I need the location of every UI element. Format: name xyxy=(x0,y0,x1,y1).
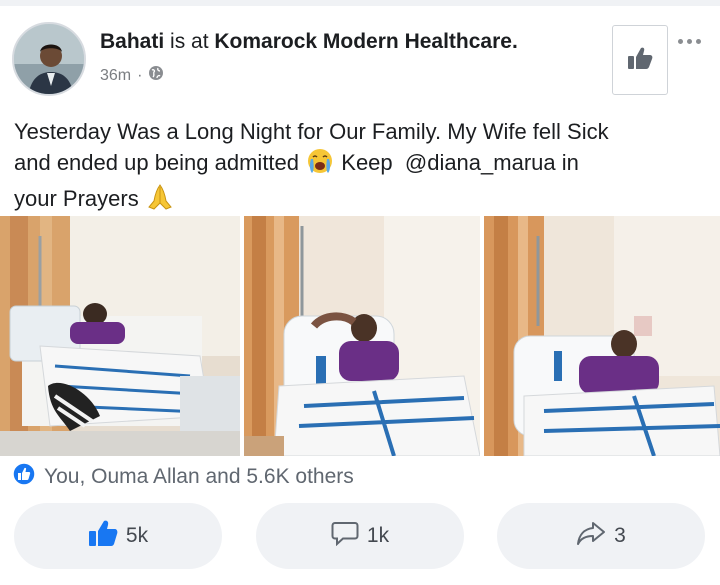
post-photo-2[interactable] xyxy=(244,216,480,456)
post-text-line-2a: and ended up being admitted xyxy=(14,150,300,175)
reactions-text: You, Ouma Allan and 5.6K others xyxy=(44,465,354,488)
post-text-line-2: and ended up being admitted Keep @diana_… xyxy=(14,147,714,183)
like-reaction-icon xyxy=(12,462,36,492)
globe-icon xyxy=(148,65,164,86)
comment-button[interactable]: 1k xyxy=(256,503,464,569)
checkin-text: is at xyxy=(164,30,215,53)
post-text-line-3a: your Prayers xyxy=(14,186,139,211)
post-text-line-2b: Keep @diana_marua in xyxy=(341,150,579,175)
author-line: Bahati is at Komarock Modern Healthcare. xyxy=(100,30,518,54)
folded-hands-emoji-icon xyxy=(145,183,175,219)
post-text-line-1: Yesterday Was a Long Night for Our Famil… xyxy=(14,119,609,144)
place-name[interactable]: Komarock Modern Healthcare. xyxy=(214,30,517,53)
comment-icon xyxy=(331,520,359,552)
post-body: Yesterday Was a Long Night for Our Famil… xyxy=(14,116,714,219)
reactions-summary[interactable]: You, Ouma Allan and 5.6K others xyxy=(12,462,354,492)
author-avatar[interactable] xyxy=(12,22,86,96)
thumbs-up-icon xyxy=(627,46,653,75)
thumbs-up-icon xyxy=(88,519,118,553)
share-arrow-icon xyxy=(576,520,606,552)
post-text-line-3: your Prayers xyxy=(14,183,714,219)
share-count: 3 xyxy=(614,524,626,547)
share-button[interactable]: 3 xyxy=(497,503,705,569)
action-bar: 5k 1k 3 xyxy=(0,503,720,569)
photo-grid xyxy=(0,216,720,456)
post-meta: 36m · xyxy=(100,65,164,86)
more-options-icon[interactable] xyxy=(678,34,712,48)
post-time[interactable]: 36m xyxy=(100,67,131,85)
author-name[interactable]: Bahati xyxy=(100,30,164,53)
post-photo-1[interactable] xyxy=(0,216,240,456)
comment-count: 1k xyxy=(366,524,390,547)
time-separator: · xyxy=(137,66,143,84)
top-divider xyxy=(0,0,720,6)
crying-face-emoji-icon xyxy=(305,147,335,183)
like-count: 5k xyxy=(125,524,149,547)
like-page-button[interactable] xyxy=(612,25,668,95)
like-button[interactable]: 5k xyxy=(14,503,222,569)
post-photo-3[interactable] xyxy=(484,216,720,456)
post-header: Bahati is at Komarock Modern Healthcare.… xyxy=(0,10,720,100)
